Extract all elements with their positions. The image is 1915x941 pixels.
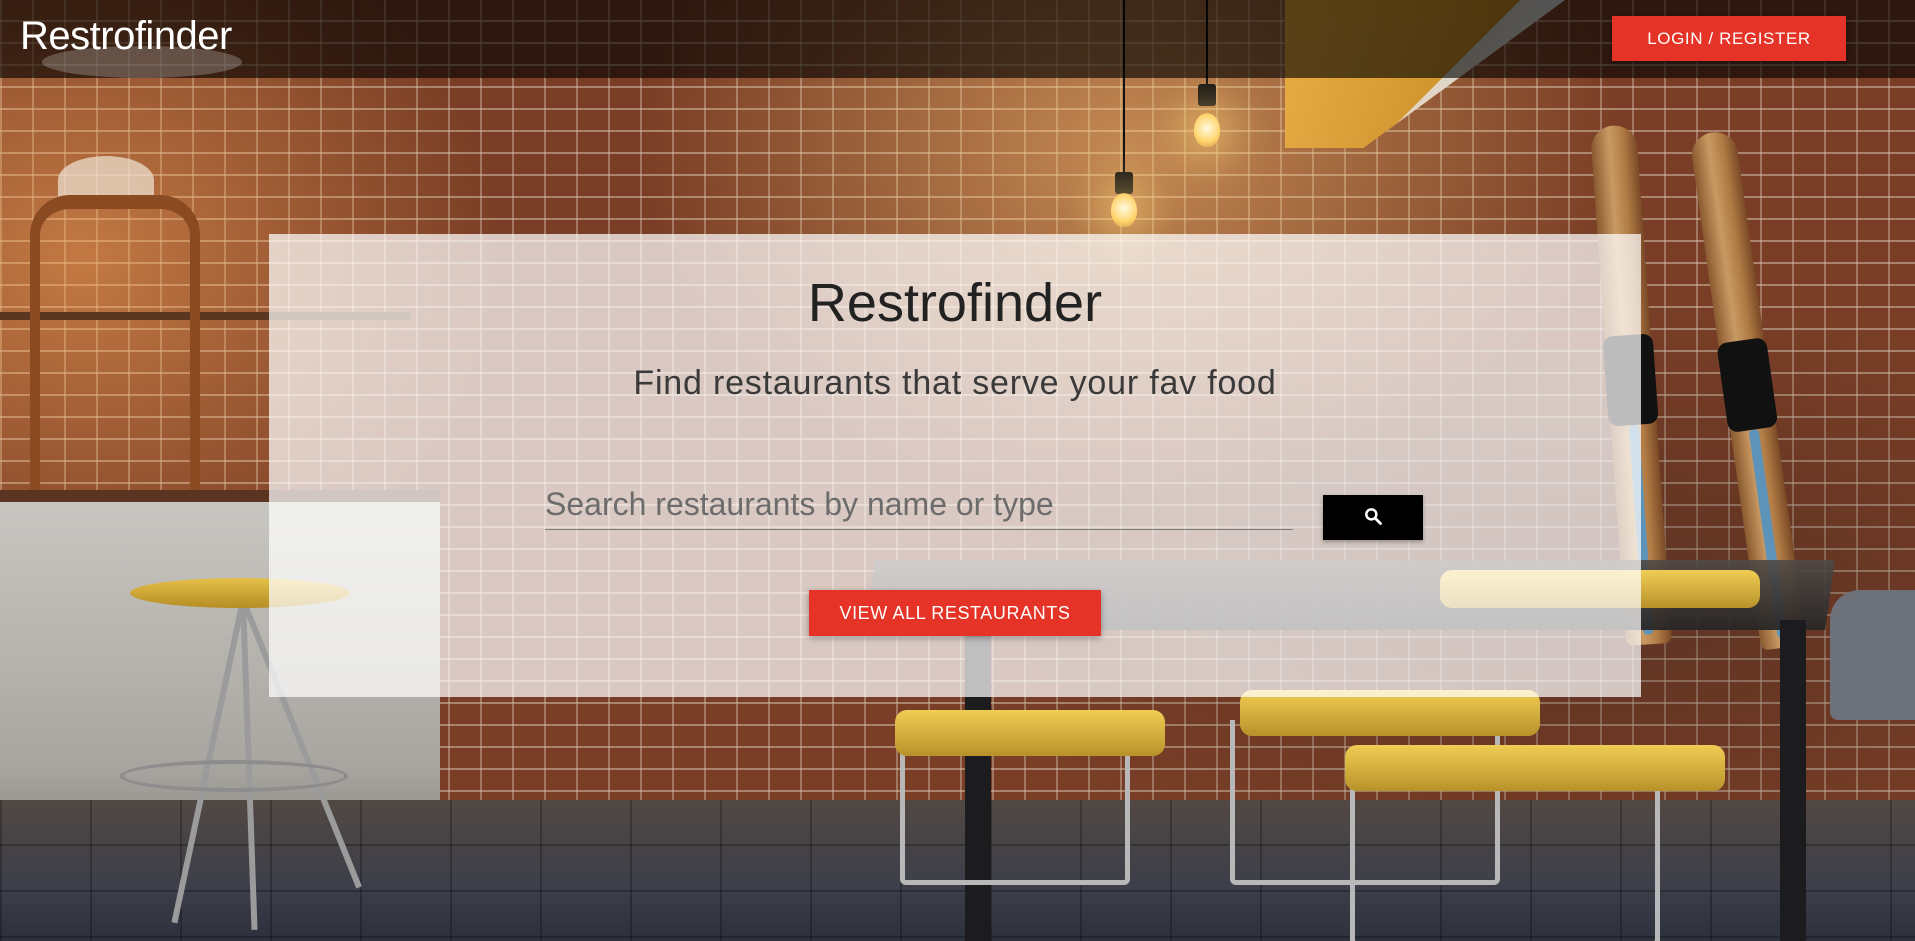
hero-card: Restrofinder Find restaurants that serve… (269, 234, 1641, 697)
light-bulb (1111, 193, 1137, 227)
stool-footrest (120, 760, 348, 792)
chair-frame (1350, 780, 1660, 941)
light-bulb (1194, 113, 1220, 147)
lamp-socket (1115, 172, 1133, 194)
chair-seat (895, 710, 1165, 756)
coffee-dripper-stand (30, 195, 200, 519)
hero-subtitle: Find restaurants that serve your fav foo… (633, 364, 1277, 402)
search-icon (1363, 506, 1383, 529)
brand-logo-link[interactable]: Restrofinder (20, 14, 232, 59)
navbar: Restrofinder LOGIN / REGISTER (0, 0, 1915, 78)
hero-title: Restrofinder (807, 273, 1103, 333)
page: Restrofinder LOGIN / REGISTER Restrofind… (0, 0, 1915, 941)
search-input[interactable] (545, 479, 1293, 530)
lamp-socket (1198, 84, 1216, 106)
chair-seat (1345, 745, 1725, 791)
table-leg (1780, 620, 1806, 941)
view-all-restaurants-button[interactable]: VIEW ALL RESTAURANTS (809, 590, 1101, 636)
search-button[interactable] (1323, 495, 1423, 540)
sofa (1830, 590, 1915, 720)
login-register-button[interactable]: LOGIN / REGISTER (1612, 16, 1846, 61)
